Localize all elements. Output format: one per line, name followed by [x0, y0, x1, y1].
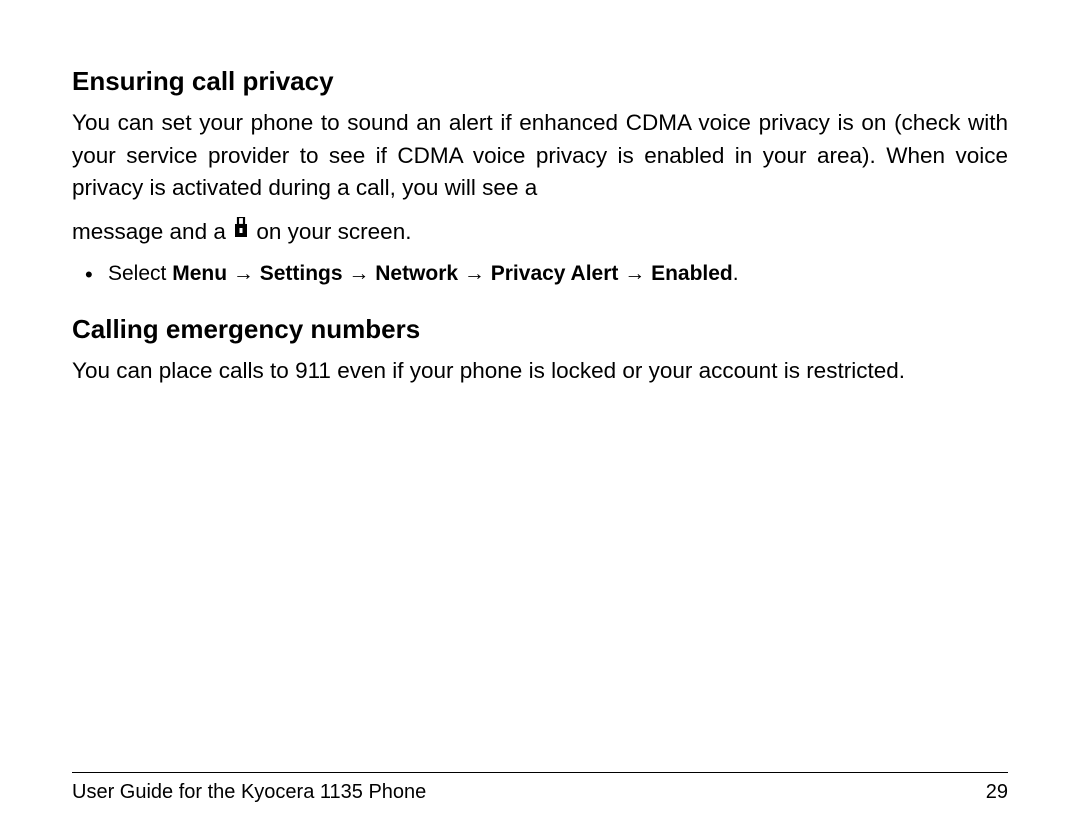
bullet-period: .: [733, 262, 739, 285]
footer-title: User Guide for the Kyocera 1135 Phone: [72, 781, 426, 804]
footer-page-number: 29: [986, 781, 1008, 804]
bullet-menu: Menu: [172, 262, 227, 285]
lock-icon: [234, 212, 248, 250]
arrow-2: →: [343, 262, 376, 285]
text-after-icon: on your screen.: [256, 219, 411, 244]
footer-rule: [72, 772, 1008, 773]
privacy-paragraph-2: message and a on your screen.: [72, 213, 1008, 252]
section-emergency: Calling emergency numbers You can place …: [72, 314, 1008, 388]
bullet-settings: Settings: [260, 262, 343, 285]
bullet-privacy-path: Select Menu → Settings → Network → Priva…: [72, 262, 1008, 286]
bullet-enabled: Enabled: [651, 262, 733, 285]
bullet-privacy-alert: Privacy Alert: [491, 262, 619, 285]
heading-privacy: Ensuring call privacy: [72, 66, 1008, 97]
bullet-text-select: Select: [108, 262, 172, 285]
text-before-icon: message and a: [72, 219, 232, 244]
bullet-network: Network: [375, 262, 458, 285]
heading-emergency: Calling emergency numbers: [72, 314, 1008, 345]
arrow-3: →: [458, 262, 491, 285]
arrow-1: →: [227, 262, 260, 285]
arrow-4: →: [618, 262, 651, 285]
page-footer: User Guide for the Kyocera 1135 Phone 29: [72, 772, 1008, 804]
section-privacy: Ensuring call privacy You can set your p…: [72, 66, 1008, 286]
emergency-paragraph: You can place calls to 911 even if your …: [72, 355, 1008, 388]
privacy-paragraph-1: You can set your phone to sound an alert…: [72, 107, 1008, 205]
